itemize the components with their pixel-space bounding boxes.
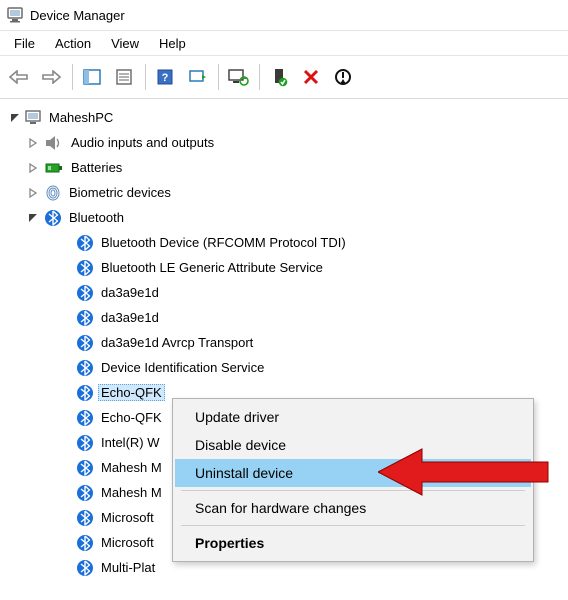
tree-item-label: Multi-Plat bbox=[98, 559, 158, 576]
bluetooth-icon bbox=[76, 259, 94, 277]
title-bar: Device Manager bbox=[0, 0, 568, 31]
bluetooth-icon bbox=[44, 209, 62, 227]
enable-device-button[interactable] bbox=[264, 62, 294, 92]
tree-item-label: Intel(R) W bbox=[98, 434, 163, 451]
bluetooth-icon bbox=[76, 459, 94, 477]
disable-device-button[interactable] bbox=[328, 62, 358, 92]
tree-item[interactable]: da3a9e1d bbox=[0, 305, 568, 330]
show-hide-console-tree-button[interactable] bbox=[77, 62, 107, 92]
toolbar-separator bbox=[72, 64, 73, 90]
properties-icon bbox=[114, 68, 134, 86]
monitor-refresh-icon bbox=[227, 68, 249, 86]
tree-category-label: Biometric devices bbox=[66, 184, 174, 201]
speaker-icon bbox=[44, 134, 64, 152]
ctx-uninstall-device[interactable]: Uninstall device bbox=[175, 459, 531, 487]
tree-item-label: Mahesh M bbox=[98, 459, 165, 476]
tree-category-bluetooth[interactable]: Bluetooth bbox=[0, 205, 568, 230]
device-manager-icon bbox=[6, 6, 24, 24]
fingerprint-icon bbox=[44, 184, 62, 202]
toolbar-separator bbox=[218, 64, 219, 90]
bluetooth-icon bbox=[76, 359, 94, 377]
ctx-scan-hardware[interactable]: Scan for hardware changes bbox=[175, 494, 531, 522]
chevron-right-icon[interactable] bbox=[26, 186, 40, 200]
red-x-icon bbox=[302, 68, 320, 86]
tree-category-batteries[interactable]: Batteries bbox=[0, 155, 568, 180]
tree-item[interactable]: da3a9e1d Avrcp Transport bbox=[0, 330, 568, 355]
chevron-down-icon[interactable] bbox=[8, 111, 22, 125]
tree-item-label: Mahesh M bbox=[98, 484, 165, 501]
bluetooth-icon bbox=[76, 509, 94, 527]
svg-text:?: ? bbox=[162, 72, 169, 84]
back-button[interactable] bbox=[4, 62, 34, 92]
arrow-right-icon bbox=[41, 70, 61, 84]
tree-item[interactable]: Bluetooth LE Generic Attribute Service bbox=[0, 255, 568, 280]
menu-bar: File Action View Help bbox=[0, 31, 568, 56]
scan-hardware-button[interactable] bbox=[182, 62, 212, 92]
tree-item-label: Bluetooth Device (RFCOMM Protocol TDI) bbox=[98, 234, 349, 251]
tree-category-audio[interactable]: Audio inputs and outputs bbox=[0, 130, 568, 155]
battery-icon bbox=[44, 159, 64, 177]
bluetooth-icon bbox=[76, 309, 94, 327]
menu-help[interactable]: Help bbox=[149, 34, 196, 53]
scan-hardware-icon bbox=[187, 68, 207, 86]
tree-root-label: MaheshPC bbox=[46, 109, 116, 126]
tree-item-label: Echo-QFK bbox=[98, 409, 165, 426]
tree-item-label: da3a9e1d Avrcp Transport bbox=[98, 334, 256, 351]
arrow-left-icon bbox=[9, 70, 29, 84]
ctx-update-driver[interactable]: Update driver bbox=[175, 403, 531, 431]
toolbar-separator bbox=[259, 64, 260, 90]
update-driver-button[interactable] bbox=[223, 62, 253, 92]
menu-file[interactable]: File bbox=[4, 34, 45, 53]
chevron-right-icon[interactable] bbox=[26, 161, 40, 175]
ctx-separator bbox=[181, 490, 525, 491]
toolbar-separator bbox=[145, 64, 146, 90]
tree-item[interactable]: Device Identification Service bbox=[0, 355, 568, 380]
bluetooth-icon bbox=[76, 484, 94, 502]
help-icon: ? bbox=[155, 68, 175, 86]
disable-icon bbox=[334, 68, 352, 86]
bluetooth-icon bbox=[76, 334, 94, 352]
toolbar: ? bbox=[0, 56, 568, 99]
tree-item[interactable]: Bluetooth Device (RFCOMM Protocol TDI) bbox=[0, 230, 568, 255]
bluetooth-icon bbox=[76, 384, 94, 402]
ctx-disable-device[interactable]: Disable device bbox=[175, 431, 531, 459]
bluetooth-icon bbox=[76, 284, 94, 302]
uninstall-device-button[interactable] bbox=[296, 62, 326, 92]
menu-view[interactable]: View bbox=[101, 34, 149, 53]
enable-device-icon bbox=[270, 67, 288, 87]
tree-item-label: Microsoft bbox=[98, 534, 157, 551]
tree-category-biometric[interactable]: Biometric devices bbox=[0, 180, 568, 205]
tree-item-label: Echo-QFK bbox=[98, 384, 165, 401]
bluetooth-icon bbox=[76, 534, 94, 552]
chevron-down-icon[interactable] bbox=[26, 211, 40, 225]
bluetooth-icon bbox=[76, 434, 94, 452]
tree-item-label: Device Identification Service bbox=[98, 359, 267, 376]
tree-item[interactable]: da3a9e1d bbox=[0, 280, 568, 305]
tree-item-label: Bluetooth LE Generic Attribute Service bbox=[98, 259, 326, 276]
tree-root[interactable]: MaheshPC bbox=[0, 105, 568, 130]
menu-action[interactable]: Action bbox=[45, 34, 101, 53]
bluetooth-icon bbox=[76, 559, 94, 577]
ctx-properties[interactable]: Properties bbox=[175, 529, 531, 557]
tree-item-label: Microsoft bbox=[98, 509, 157, 526]
context-menu: Update driver Disable device Uninstall d… bbox=[172, 398, 534, 562]
help-button[interactable]: ? bbox=[150, 62, 180, 92]
tree-pane-icon bbox=[82, 68, 102, 86]
tree-category-label: Batteries bbox=[68, 159, 125, 176]
ctx-separator bbox=[181, 525, 525, 526]
bluetooth-icon bbox=[76, 409, 94, 427]
properties-button[interactable] bbox=[109, 62, 139, 92]
chevron-right-icon[interactable] bbox=[26, 136, 40, 150]
tree-category-label: Audio inputs and outputs bbox=[68, 134, 217, 151]
tree-item-label: da3a9e1d bbox=[98, 284, 162, 301]
tree-item-label: da3a9e1d bbox=[98, 309, 162, 326]
forward-button[interactable] bbox=[36, 62, 66, 92]
computer-icon bbox=[24, 109, 42, 127]
bluetooth-icon bbox=[76, 234, 94, 252]
tree-category-label: Bluetooth bbox=[66, 209, 127, 226]
window-title: Device Manager bbox=[30, 8, 125, 23]
